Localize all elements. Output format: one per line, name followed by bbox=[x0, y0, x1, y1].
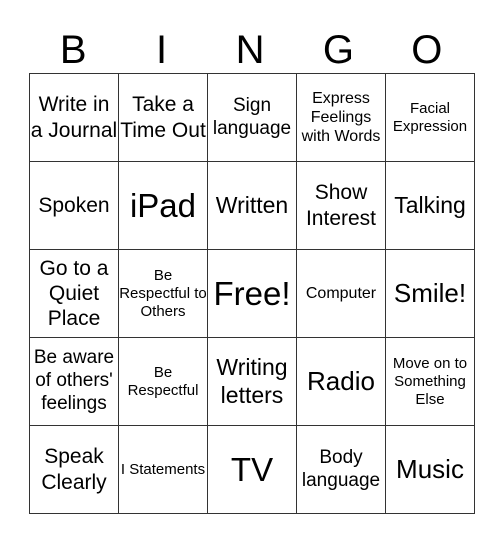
bingo-cell[interactable]: Smile! bbox=[385, 249, 475, 338]
bingo-cell[interactable]: Sign language bbox=[207, 73, 297, 162]
bingo-cell[interactable]: Facial Expression bbox=[385, 73, 475, 162]
bingo-cell[interactable]: I Statements bbox=[118, 425, 208, 514]
bingo-row-4: Be aware of others' feelings Be Respectf… bbox=[29, 337, 475, 426]
bingo-cell[interactable]: Show Interest bbox=[296, 161, 386, 250]
bingo-cell[interactable]: Writing letters bbox=[207, 337, 297, 426]
bingo-cell[interactable]: Spoken bbox=[29, 161, 119, 250]
free-space-cell[interactable]: Free! bbox=[207, 249, 297, 338]
bingo-card: Write in a Journal Take a Time Out Sign … bbox=[29, 73, 475, 514]
bingo-cell[interactable]: Move on to Something Else bbox=[385, 337, 475, 426]
header-letter-b: B bbox=[59, 28, 87, 72]
bingo-cell[interactable]: Talking bbox=[385, 161, 475, 250]
bingo-row-3: Go to a Quiet Place Be Respectful to Oth… bbox=[29, 249, 475, 338]
header-letter-o: O bbox=[411, 28, 443, 72]
bingo-cell[interactable]: Body language bbox=[296, 425, 386, 514]
bingo-header: B I N G O bbox=[29, 28, 471, 73]
bingo-cell[interactable]: Express Feelings with Words bbox=[296, 73, 386, 162]
bingo-row-2: Spoken iPad Written Show Interest Talkin… bbox=[29, 161, 475, 250]
bingo-cell[interactable]: Speak Clearly bbox=[29, 425, 119, 514]
header-letter-n: N bbox=[235, 28, 265, 72]
bingo-cell[interactable]: Take a Time Out bbox=[118, 73, 208, 162]
header-letter-i: I bbox=[156, 28, 168, 72]
bingo-cell[interactable]: Be Respectful to Others bbox=[118, 249, 208, 338]
bingo-row-1: Write in a Journal Take a Time Out Sign … bbox=[29, 73, 475, 162]
bingo-cell[interactable]: iPad bbox=[118, 161, 208, 250]
header-letter-g: G bbox=[322, 28, 354, 72]
bingo-cell[interactable]: Computer bbox=[296, 249, 386, 338]
bingo-cell[interactable]: TV bbox=[207, 425, 297, 514]
bingo-cell[interactable]: Radio bbox=[296, 337, 386, 426]
bingo-cell[interactable]: Music bbox=[385, 425, 475, 514]
bingo-row-5: Speak Clearly I Statements TV Body langu… bbox=[29, 425, 475, 514]
bingo-cell[interactable]: Go to a Quiet Place bbox=[29, 249, 119, 338]
bingo-cell[interactable]: Write in a Journal bbox=[29, 73, 119, 162]
bingo-cell[interactable]: Written bbox=[207, 161, 297, 250]
bingo-cell[interactable]: Be Respectful bbox=[118, 337, 208, 426]
bingo-cell[interactable]: Be aware of others' feelings bbox=[29, 337, 119, 426]
